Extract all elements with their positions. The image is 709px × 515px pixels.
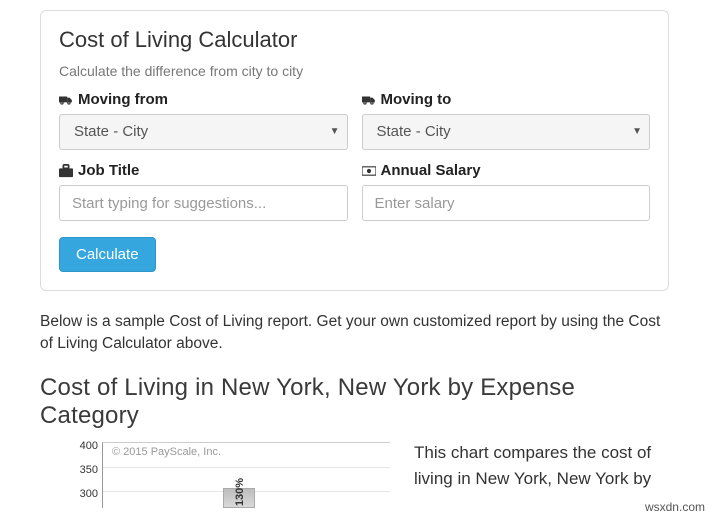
cost-chart: 400 350 300 130% © 2015 PayScale, Inc. (40, 438, 390, 508)
moving-to-label: Moving to (362, 91, 651, 108)
panel-title: Cost of Living Calculator (59, 27, 650, 53)
calculator-panel: Cost of Living Calculator Calculate the … (40, 10, 669, 291)
chart-copyright: © 2015 PayScale, Inc. (112, 446, 221, 458)
moving-from-label: Moving from (59, 91, 348, 108)
job-title-input[interactable] (59, 185, 348, 221)
report-title: Cost of Living in New York, New York by … (40, 374, 669, 430)
chart-bar-label: 130% (234, 478, 246, 506)
salary-input[interactable] (362, 185, 651, 221)
job-title-label: Job Title (59, 162, 348, 179)
ytick-label: 350 (72, 464, 98, 476)
salary-text: Annual Salary (381, 162, 481, 179)
salary-label: Annual Salary (362, 162, 651, 179)
sample-description: Below is a sample Cost of Living report.… (40, 311, 669, 356)
watermark: wsxdn.com (641, 499, 709, 515)
ytick-label: 400 (72, 440, 98, 452)
calculate-button[interactable]: Calculate (59, 237, 156, 272)
money-icon (362, 164, 376, 178)
truck-icon (362, 93, 376, 107)
moving-to-text: Moving to (381, 91, 452, 108)
truck-icon (59, 93, 73, 107)
briefcase-icon (59, 164, 73, 178)
report-text: This chart compares the cost of living i… (414, 438, 669, 508)
job-title-text: Job Title (78, 162, 139, 179)
moving-from-select[interactable]: State - City (59, 114, 348, 150)
moving-from-text: Moving from (78, 91, 168, 108)
moving-to-select[interactable]: State - City (362, 114, 651, 150)
ytick-label: 300 (72, 488, 98, 500)
panel-subtitle: Calculate the difference from city to ci… (59, 63, 650, 79)
